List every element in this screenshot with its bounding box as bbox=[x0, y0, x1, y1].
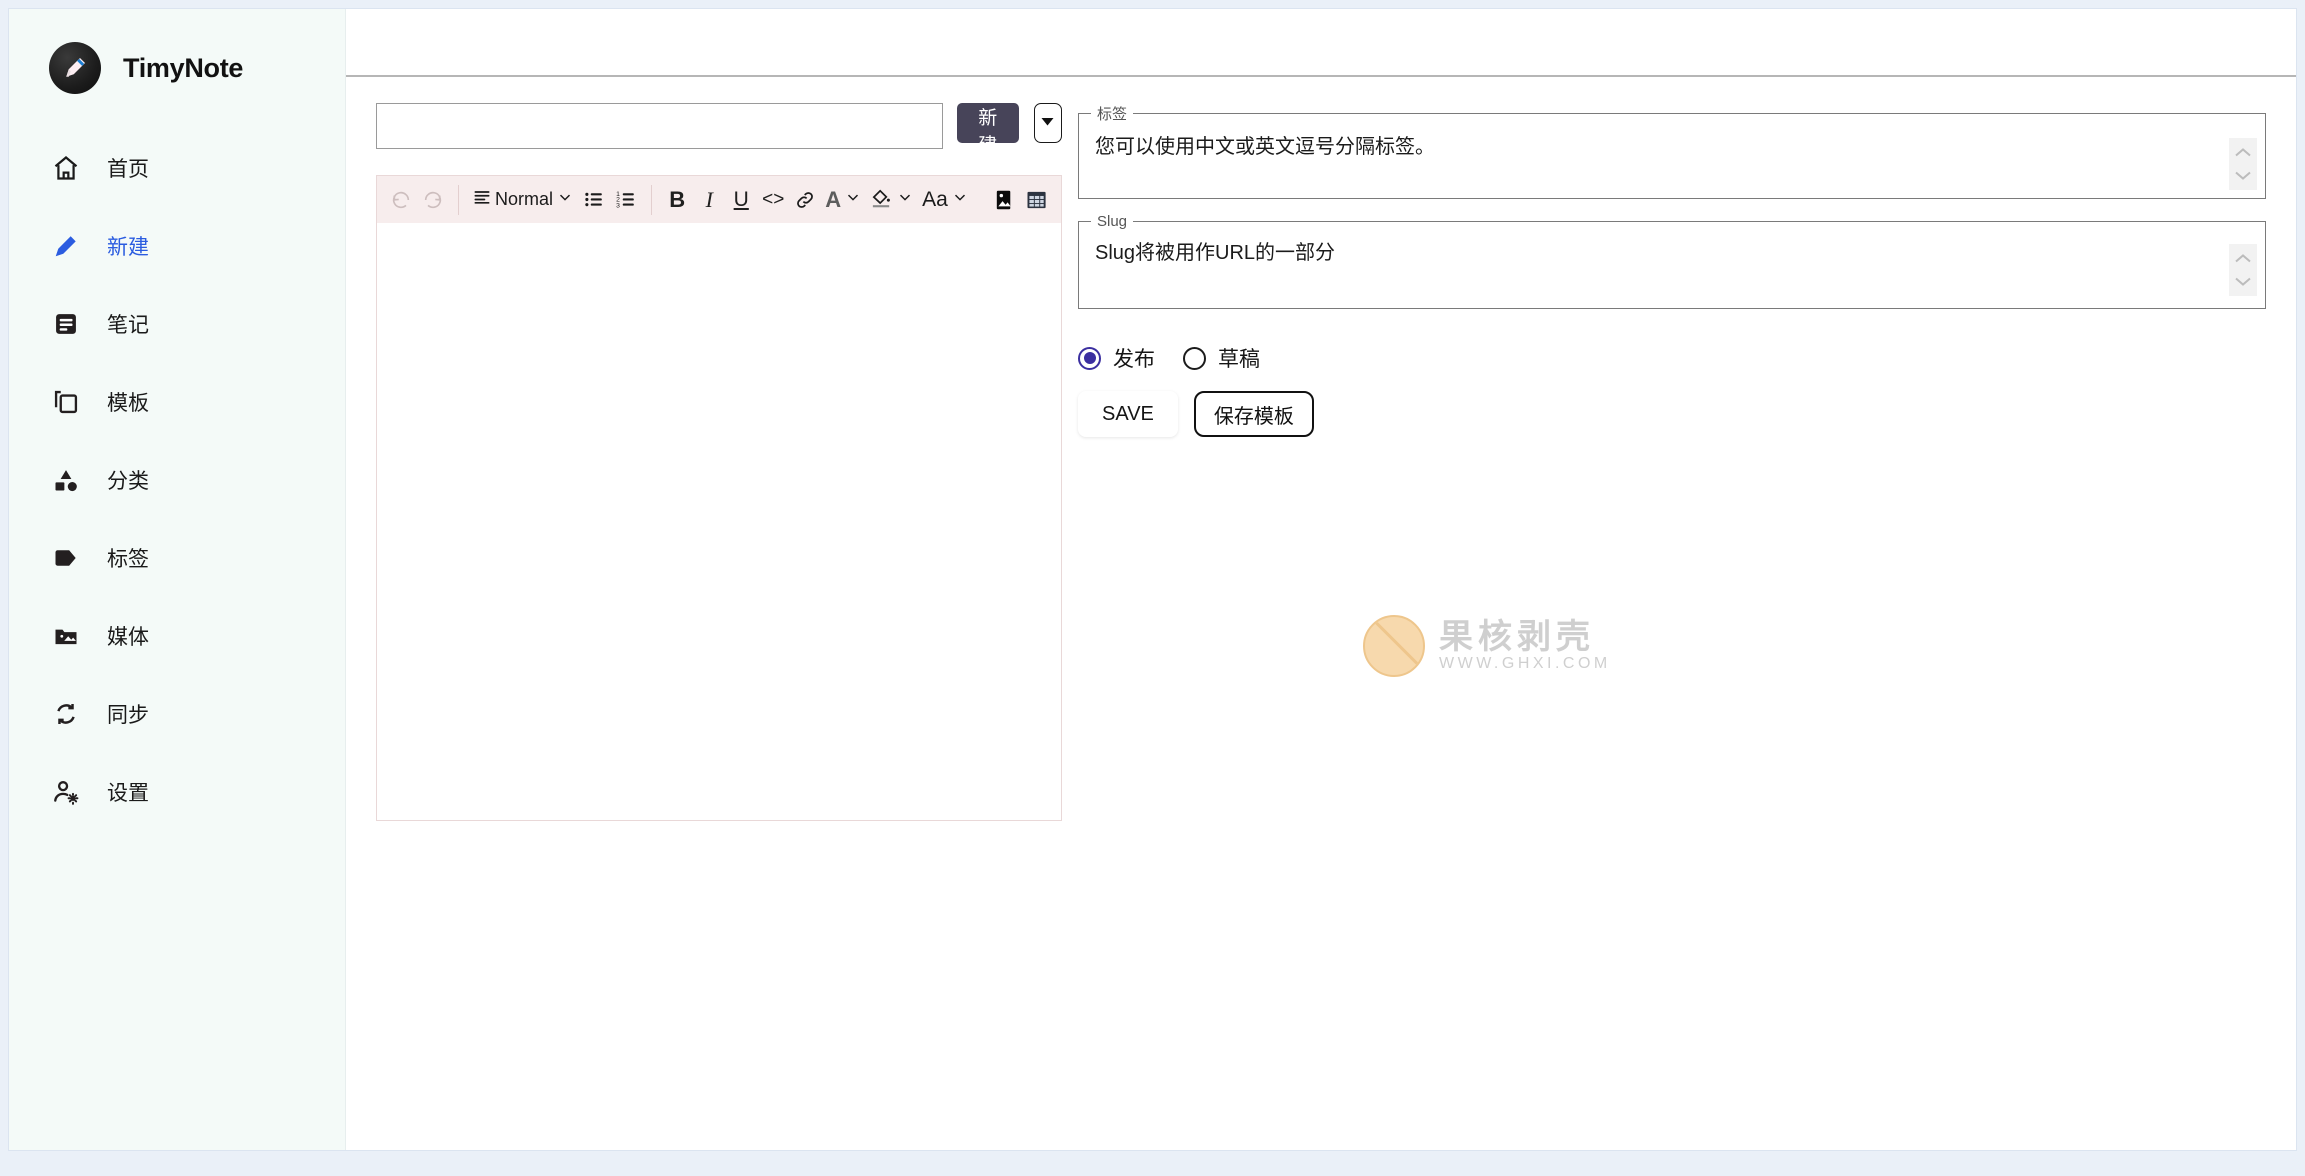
radio-publish-label: 发布 bbox=[1113, 343, 1155, 373]
media-icon bbox=[51, 621, 81, 651]
font-size-dropdown[interactable]: Aa bbox=[918, 188, 973, 212]
sidebar-item-label: 笔记 bbox=[107, 309, 149, 339]
sidebar-item-categories[interactable]: 分类 bbox=[9, 451, 345, 509]
chevron-down-icon bbox=[844, 188, 862, 211]
table-icon[interactable] bbox=[1020, 182, 1053, 218]
pencil-circle-icon bbox=[49, 42, 101, 94]
sync-icon bbox=[51, 699, 81, 729]
sidebar-item-label: 同步 bbox=[107, 699, 149, 729]
chevron-up-icon bbox=[2233, 250, 2253, 267]
sidebar-item-media[interactable]: 媒体 bbox=[9, 607, 345, 665]
chevron-down-icon bbox=[2233, 167, 2253, 184]
status-radio-group: 发布 草稿 bbox=[1078, 343, 2266, 373]
tags-field-value: 您可以使用中文或英文逗号分隔标签。 bbox=[1079, 124, 2265, 159]
italic-icon[interactable]: I bbox=[693, 182, 725, 218]
save-template-button[interactable]: 保存模板 bbox=[1194, 391, 1314, 437]
radio-checked-icon bbox=[1078, 347, 1101, 370]
tags-field[interactable]: 标签 您可以使用中文或英文逗号分隔标签。 bbox=[1078, 103, 2266, 199]
home-icon bbox=[51, 153, 81, 183]
slug-field-value: Slug将被用作URL的一部分 bbox=[1079, 230, 2265, 265]
radio-publish[interactable]: 发布 bbox=[1078, 343, 1167, 373]
image-icon[interactable] bbox=[987, 182, 1020, 218]
app-window: TimyNote 首页 新建 bbox=[8, 8, 2297, 1151]
radio-draft-label: 草稿 bbox=[1218, 343, 1260, 373]
sidebar-item-label: 新建 bbox=[107, 231, 149, 261]
new-dropdown-button[interactable] bbox=[1034, 103, 1062, 143]
meta-button-row: SAVE 保存模板 bbox=[1078, 391, 2266, 437]
sidebar-item-home[interactable]: 首页 bbox=[9, 139, 345, 197]
tags-spinner[interactable] bbox=[2229, 138, 2257, 190]
sidebar-item-label: 模板 bbox=[107, 387, 149, 417]
sidebar-item-templates[interactable]: 模板 bbox=[9, 373, 345, 431]
title-row: 新建 bbox=[376, 103, 1062, 149]
main-area: 果核剥壳 WWW.GHXI.COM 新建 bbox=[346, 9, 2296, 1150]
bold-icon[interactable]: B bbox=[661, 182, 693, 218]
sidebar-item-settings[interactable]: 设置 bbox=[9, 763, 345, 821]
sidebar-item-sync[interactable]: 同步 bbox=[9, 685, 345, 743]
top-header-bar bbox=[346, 9, 2296, 77]
font-color-icon: A bbox=[825, 187, 841, 213]
slug-field-legend: Slug bbox=[1091, 213, 1133, 230]
redo-icon[interactable] bbox=[417, 182, 449, 218]
underline-icon[interactable]: U bbox=[725, 182, 757, 218]
new-button[interactable]: 新建 bbox=[957, 103, 1019, 143]
title-input[interactable] bbox=[376, 103, 943, 149]
user-gear-icon bbox=[51, 777, 81, 807]
bullet-list-icon[interactable] bbox=[578, 182, 610, 218]
pencil-icon bbox=[51, 231, 81, 261]
chevron-down-icon bbox=[896, 188, 914, 211]
caret-down-icon bbox=[1040, 114, 1055, 132]
editor-column: 新建 bbox=[376, 103, 1062, 1150]
link-icon[interactable] bbox=[789, 182, 821, 218]
brand-title: TimyNote bbox=[123, 53, 243, 84]
sidebar-item-new[interactable]: 新建 bbox=[9, 217, 345, 275]
sidebar-item-label: 标签 bbox=[107, 543, 149, 573]
sidebar-item-label: 媒体 bbox=[107, 621, 149, 651]
highlight-color-dropdown[interactable] bbox=[866, 186, 918, 214]
sidebar-item-label: 分类 bbox=[107, 465, 149, 495]
fill-color-icon bbox=[870, 186, 893, 214]
numbered-list-icon[interactable]: 1 2 3 bbox=[610, 182, 642, 218]
tag-icon bbox=[51, 543, 81, 573]
chevron-down-icon bbox=[2233, 273, 2253, 290]
radio-unchecked-icon bbox=[1183, 347, 1206, 370]
editor-toolbar: Normal bbox=[377, 176, 1061, 223]
slug-spinner[interactable] bbox=[2229, 244, 2257, 296]
undo-icon[interactable] bbox=[385, 182, 417, 218]
font-color-dropdown[interactable]: A bbox=[821, 187, 866, 213]
tags-field-legend: 标签 bbox=[1091, 103, 1133, 124]
save-button[interactable]: SAVE bbox=[1078, 391, 1178, 437]
shapes-icon bbox=[51, 465, 81, 495]
block-format-dropdown[interactable]: Normal bbox=[468, 187, 578, 212]
chevron-down-icon bbox=[951, 188, 969, 211]
sidebar: TimyNote 首页 新建 bbox=[9, 9, 346, 1150]
slug-field[interactable]: Slug Slug将被用作URL的一部分 bbox=[1078, 213, 2266, 309]
sidebar-nav: 首页 新建 笔记 bbox=[9, 139, 345, 821]
paragraph-icon bbox=[472, 187, 492, 212]
content-area: 果核剥壳 WWW.GHXI.COM 新建 bbox=[346, 77, 2296, 1150]
rich-text-editor: Normal bbox=[376, 175, 1062, 821]
brand: TimyNote bbox=[9, 31, 345, 105]
template-icon bbox=[51, 387, 81, 417]
sidebar-item-label: 首页 bbox=[107, 153, 149, 183]
svg-text:3: 3 bbox=[616, 202, 620, 209]
meta-column: 标签 您可以使用中文或英文逗号分隔标签。 Slug Slug将被用作URL的一部… bbox=[1062, 103, 2266, 1150]
radio-draft[interactable]: 草稿 bbox=[1183, 343, 1272, 373]
editor-content-area[interactable] bbox=[377, 223, 1061, 820]
chevron-down-icon bbox=[556, 188, 574, 211]
font-size-icon: Aa bbox=[922, 188, 948, 212]
sidebar-item-label: 设置 bbox=[107, 777, 149, 807]
sidebar-item-tags[interactable]: 标签 bbox=[9, 529, 345, 587]
toolbar-separator bbox=[651, 185, 652, 215]
chevron-up-icon bbox=[2233, 144, 2253, 161]
sidebar-item-notes[interactable]: 笔记 bbox=[9, 295, 345, 353]
note-icon bbox=[51, 309, 81, 339]
block-format-label: Normal bbox=[495, 189, 553, 210]
code-icon[interactable]: <> bbox=[757, 182, 789, 218]
toolbar-separator bbox=[458, 185, 459, 215]
